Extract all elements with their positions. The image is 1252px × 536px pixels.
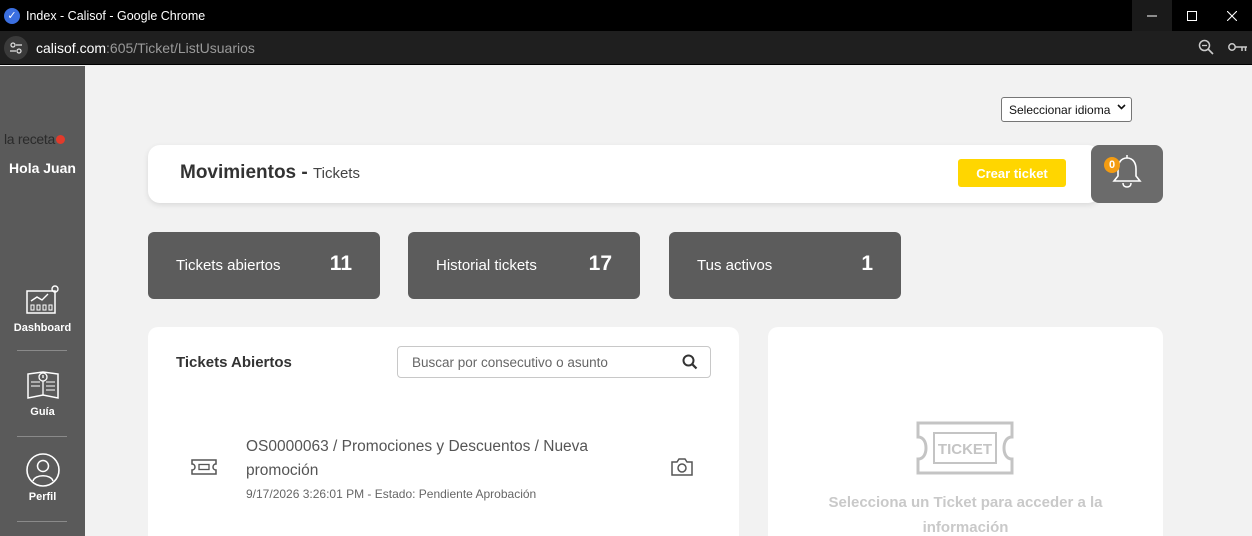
sidebar-item-dashboard[interactable]: Dashboard <box>0 284 85 334</box>
dashboard-icon <box>0 284 85 318</box>
brand-name: la receta <box>4 131 55 147</box>
sidebar-divider <box>17 521 67 522</box>
stat-historial-tickets[interactable]: Historial tickets 17 <box>408 232 640 299</box>
list-title: Tickets Abiertos <box>176 354 292 371</box>
main-content: Seleccionar idioma Movimientos - Tickets… <box>85 66 1252 536</box>
browser-title-bar: ✓ Index - Calisof - Google Chrome <box>0 0 1252 31</box>
stat-tickets-abiertos[interactable]: Tickets abiertos 11 <box>148 232 380 299</box>
url-path[interactable]: :605/Ticket/ListUsuarios <box>106 40 255 56</box>
window-controls <box>1132 0 1252 31</box>
search-input[interactable] <box>398 347 678 377</box>
create-ticket-button[interactable]: Crear ticket <box>958 159 1066 187</box>
page-header: Movimientos - Tickets Crear ticket <box>148 145 1100 203</box>
ticket-placeholder-icon: TICKET <box>914 419 1016 482</box>
url-host[interactable]: calisof.com <box>36 40 106 56</box>
ticket-icon <box>190 457 218 482</box>
camera-icon[interactable] <box>670 457 694 482</box>
stat-label: Tus activos <box>697 257 773 274</box>
window-title: Index - Calisof - Google Chrome <box>26 8 206 23</box>
sidebar-divider <box>17 436 67 437</box>
chevron-down-icon <box>1117 102 1126 114</box>
stat-value: 17 <box>588 252 612 275</box>
site-settings-icon[interactable] <box>4 35 28 60</box>
sidebar-item-label: Dashboard <box>13 322 72 334</box>
user-icon <box>0 453 85 487</box>
ticket-meta: 9/17/2026 3:26:01 PM - Estado: Pendiente… <box>246 487 537 501</box>
ticket-list-panel: Tickets Abiertos OS0000063 / Promociones… <box>148 327 739 536</box>
app-check-icon: ✓ <box>4 7 20 24</box>
sidebar: la receta Hola Juan Dashboard Guía Perfi… <box>0 66 85 536</box>
search-box <box>397 346 711 378</box>
stat-label: Historial tickets <box>436 257 537 274</box>
brand-logo: la receta <box>4 131 65 147</box>
language-select[interactable]: Seleccionar idioma <box>1001 97 1132 122</box>
header-separator: - <box>301 162 308 183</box>
ticket-placeholder-label: TICKET <box>938 441 992 458</box>
header-subtitle: Tickets <box>313 165 360 182</box>
search-icon[interactable] <box>682 354 698 375</box>
stat-tus-activos[interactable]: Tus activos 1 <box>669 232 901 299</box>
ticket-detail-panel: TICKET Selecciona un Ticket para acceder… <box>768 327 1163 536</box>
sidebar-item-guia[interactable]: Guía <box>0 368 85 418</box>
user-greeting: Hola Juan <box>9 160 76 176</box>
zoom-icon[interactable] <box>1198 39 1214 58</box>
close-button[interactable] <box>1212 0 1252 31</box>
address-bar[interactable]: calisof.com:605/Ticket/ListUsuarios <box>0 31 1252 65</box>
stat-value: 11 <box>329 252 352 275</box>
book-icon <box>0 368 85 402</box>
sidebar-item-perfil[interactable]: Perfil <box>0 453 85 503</box>
notifications-button[interactable]: 0 <box>1091 145 1163 203</box>
stat-label: Tickets abiertos <box>176 257 281 274</box>
brand-dot-icon <box>56 135 65 144</box>
password-key-icon[interactable] <box>1228 40 1248 56</box>
empty-state-text: Selecciona un Ticket para acceder a la i… <box>828 494 1103 536</box>
address-tools <box>1198 31 1252 65</box>
stat-value: 1 <box>861 252 873 275</box>
sidebar-item-label: Guía <box>30 406 55 418</box>
notification-count-badge: 0 <box>1104 157 1120 173</box>
header-title: Movimientos <box>180 162 297 183</box>
ticket-title: OS0000063 / Promociones y Descuentos / N… <box>246 438 589 479</box>
sidebar-divider <box>17 350 67 351</box>
minimize-button[interactable] <box>1132 0 1172 31</box>
list-item[interactable]: OS0000063 / Promociones y Descuentos / N… <box>176 427 716 517</box>
language-select-value: Seleccionar idioma <box>1009 102 1111 117</box>
page-title: Movimientos - Tickets <box>180 162 360 184</box>
sidebar-item-label: Perfil <box>28 491 57 503</box>
maximize-button[interactable] <box>1172 0 1212 31</box>
